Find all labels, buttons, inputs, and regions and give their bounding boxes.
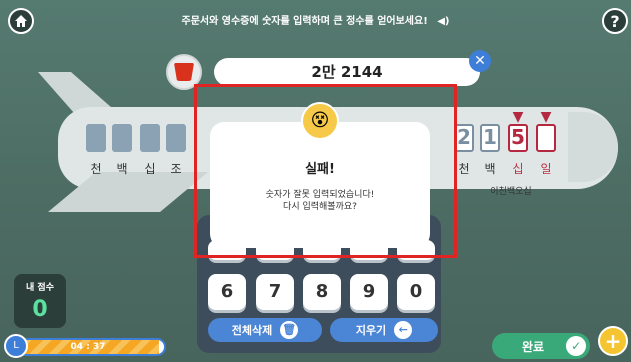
- instruction-text: 주문서와 영수증에 숫자를 입력하며 큰 정수를 얻어보세요! ◀): [181, 16, 450, 27]
- keypad-key-6[interactable]: 6: [208, 274, 246, 310]
- arrow-down-icon: ▼: [512, 109, 524, 125]
- digit-slot[interactable]: 1: [480, 124, 500, 152]
- number-reading: 이천백오십: [490, 187, 532, 197]
- place-label: 백: [484, 162, 496, 176]
- game-stage: ? 주문서와 영수증에 숫자를 입력하며 큰 정수를 얻어보세요! ◀) 천 백…: [0, 0, 631, 362]
- speaker-icon[interactable]: ◀): [437, 16, 449, 27]
- keypad-key-0[interactable]: 0: [397, 274, 435, 310]
- close-icon[interactable]: ✕: [469, 50, 491, 72]
- digit-slot[interactable]: [140, 124, 160, 152]
- done-button[interactable]: 완료 ✓: [492, 333, 590, 359]
- keypad-key-9[interactable]: 9: [350, 274, 388, 310]
- keypad-key-8[interactable]: 8: [303, 274, 341, 310]
- place-label: 십: [512, 162, 524, 176]
- place-label: 일: [540, 162, 552, 176]
- place-label: 천: [458, 162, 470, 176]
- arrow-left-icon: ←: [394, 321, 413, 339]
- timer-text: 04 : 37: [70, 342, 106, 352]
- problem-amount: 2만 2144: [214, 58, 480, 86]
- trash-icon: 🗑: [280, 321, 299, 339]
- place-label: 십: [144, 162, 156, 176]
- score-value: 0: [32, 297, 48, 322]
- score-panel: 내 점수 0: [14, 274, 66, 328]
- timer-bar: 04 : 37: [10, 338, 166, 356]
- arrow-down-icon: ▼: [540, 109, 552, 125]
- check-icon: ✓: [566, 336, 587, 356]
- keypad-key-7[interactable]: 7: [256, 274, 294, 310]
- digit-slot[interactable]: [112, 124, 132, 152]
- digit-slot[interactable]: [536, 124, 556, 152]
- digit-slot[interactable]: 2: [454, 124, 474, 152]
- digit-slot[interactable]: [86, 124, 106, 152]
- clear-all-button[interactable]: 전체삭제 🗑: [208, 318, 322, 342]
- plus-icon[interactable]: +: [598, 326, 628, 356]
- highlight-box: [194, 84, 457, 258]
- digit-slot[interactable]: [166, 124, 186, 152]
- clock-icon: L: [4, 334, 28, 358]
- score-label: 내 점수: [26, 283, 54, 293]
- digit-slot[interactable]: 5: [508, 124, 528, 152]
- place-label: 백: [116, 162, 128, 176]
- place-label: 조: [170, 162, 182, 176]
- place-label: 천: [90, 162, 102, 176]
- erase-button[interactable]: 지우기 ←: [330, 318, 438, 342]
